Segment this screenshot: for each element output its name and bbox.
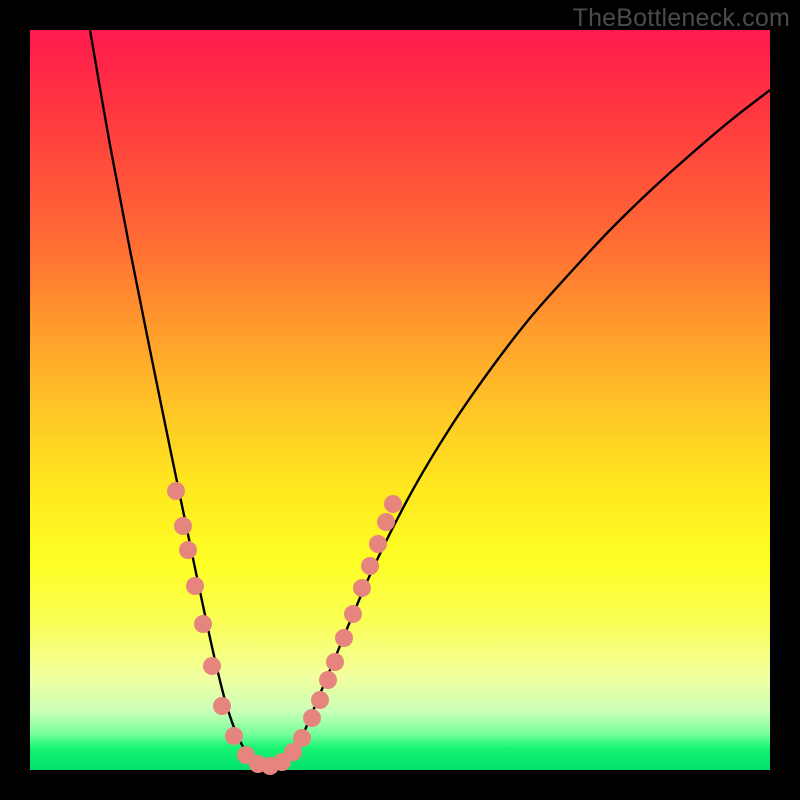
data-marker xyxy=(186,577,204,595)
data-marker xyxy=(203,657,221,675)
chart-svg xyxy=(30,30,770,770)
data-marker xyxy=(369,535,387,553)
data-marker xyxy=(377,513,395,531)
curve-path xyxy=(90,30,770,765)
data-marker xyxy=(213,697,231,715)
data-marker xyxy=(326,653,344,671)
data-marker xyxy=(344,605,362,623)
data-marker xyxy=(167,482,185,500)
plot-area xyxy=(30,30,770,770)
data-marker xyxy=(311,691,329,709)
data-marker xyxy=(179,541,197,559)
chart-frame: TheBottleneck.com xyxy=(0,0,800,800)
data-marker xyxy=(353,579,371,597)
data-marker xyxy=(194,615,212,633)
data-marker xyxy=(225,727,243,745)
data-marker xyxy=(303,709,321,727)
data-marker xyxy=(361,557,379,575)
data-marker xyxy=(174,517,192,535)
marker-group xyxy=(167,482,402,775)
data-marker xyxy=(293,729,311,747)
data-marker xyxy=(335,629,353,647)
data-marker xyxy=(384,495,402,513)
watermark-text: TheBottleneck.com xyxy=(573,4,790,33)
data-marker xyxy=(319,671,337,689)
bottleneck-curve xyxy=(90,30,770,765)
